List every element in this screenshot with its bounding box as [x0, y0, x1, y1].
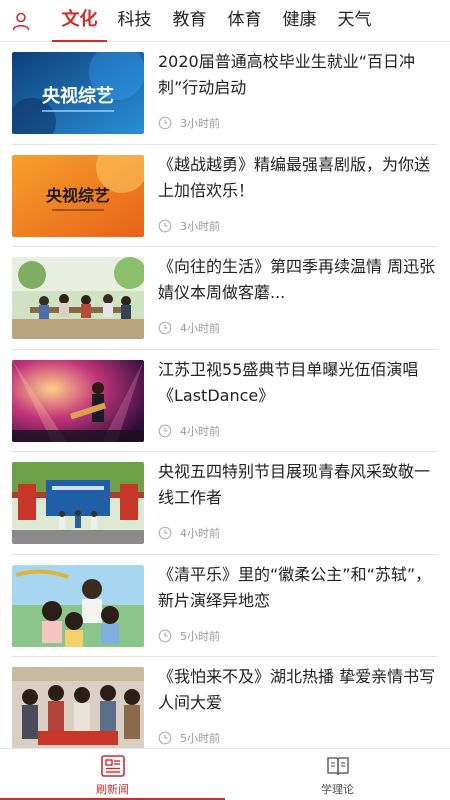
clock-icon [158, 424, 172, 437]
clock-icon [158, 116, 172, 130]
bottom-navigation: 刷新闻 学理论 [0, 748, 450, 800]
tab-education[interactable]: 教育 [162, 0, 217, 42]
news-meta: 3小时前 [158, 217, 220, 235]
tab-culture[interactable]: 文化 [52, 0, 107, 42]
news-time: 4小时前 [180, 527, 220, 540]
nav-refresh-news[interactable]: 刷新闻 [0, 749, 225, 800]
news-title: 央视五四特别节目展现青春风采致敬一线工作者 [158, 462, 431, 507]
news-time: 3小时前 [180, 117, 220, 130]
news-item[interactable]: 央视综艺 2020届普通高校毕业生就业“百日冲刺”行动启动 3小时前 [12, 42, 438, 145]
news-icon [100, 755, 125, 777]
news-meta: 3小时前 [158, 114, 220, 132]
book-icon [326, 757, 349, 776]
news-title: 《清平乐》里的“徽柔公主”和“苏轼”，新片演绎异地恋 [158, 564, 432, 610]
news-time: 4小时前 [180, 322, 220, 335]
news-thumbnail [12, 667, 144, 748]
news-meta: 5小时前 [158, 729, 220, 747]
thumb-logo-text: 央视综艺 [46, 186, 110, 205]
tab-sports[interactable]: 体育 [217, 0, 272, 42]
top-tab-bar: 文化 科技 教育 体育 健康 天气 [0, 0, 450, 42]
news-item[interactable]: 央视综艺 《越战越勇》精编最强喜剧版，为你送上加倍欢乐！ 3小时前 [12, 145, 438, 247]
news-list: 央视综艺 2020届普通高校毕业生就业“百日冲刺”行动启动 3小时前 央视综艺 … [0, 42, 450, 748]
nav-label: 学理论 [321, 783, 354, 796]
clock-icon [158, 526, 172, 540]
news-meta: 4小时前 [158, 422, 220, 440]
news-thumbnail [12, 564, 144, 647]
news-item[interactable]: 央视五四特别节目展现青春风采致敬一线工作者 4小时前 [12, 452, 438, 555]
nav-label: 刷新闻 [96, 783, 129, 796]
clock-icon [158, 219, 172, 232]
news-title: 《我怕来不及》湖北热播 挚爱亲情书写人间大爱 [158, 667, 436, 712]
news-title: 江苏卫视55盛典节目单曝光伍佰演唱《LastDance》 [158, 359, 419, 405]
news-time: 5小时前 [180, 732, 220, 745]
news-time: 4小时前 [180, 424, 220, 438]
news-title: 2020届普通高校毕业生就业“百日冲刺”行动启动 [158, 52, 416, 97]
news-meta: 4小时前 [158, 524, 220, 542]
news-thumbnail [12, 462, 144, 544]
tab-health[interactable]: 健康 [272, 0, 327, 42]
news-item[interactable]: 《向往的生活》第四季再续温情 周迅张婧仪本周做客蘑... 4小时前 [12, 247, 438, 350]
news-thumbnail [12, 257, 144, 339]
clock-icon [158, 629, 172, 642]
news-item[interactable]: 江苏卫视55盛典节目单曝光伍佰演唱《LastDance》 4小时前 [12, 350, 438, 452]
news-thumbnail [12, 359, 144, 442]
clock-icon [158, 321, 172, 335]
news-item[interactable]: 《我怕来不及》湖北热播 挚爱亲情书写人间大爱 5小时前 [12, 657, 438, 748]
news-time: 5小时前 [180, 629, 220, 643]
nav-study-theory[interactable]: 学理论 [225, 749, 450, 800]
user-button[interactable] [8, 8, 34, 34]
clock-icon [158, 731, 172, 745]
news-thumbnail: 央视综艺 [12, 52, 144, 134]
news-meta: 5小时前 [158, 627, 220, 645]
thumb-logo-text: 央视综艺 [42, 85, 114, 107]
news-meta: 4小时前 [158, 319, 220, 337]
news-item[interactable]: 《清平乐》里的“徽柔公主”和“苏轼”，新片演绎异地恋 5小时前 [12, 555, 438, 657]
category-tabs: 文化 科技 教育 体育 健康 天气 [52, 0, 382, 42]
news-title: 《越战越勇》精编最强喜剧版，为你送上加倍欢乐！ [158, 154, 431, 200]
tab-tech[interactable]: 科技 [107, 0, 162, 42]
news-title: 《向往的生活》第四季再续温情 周迅张婧仪本周做客蘑... [158, 257, 436, 302]
news-time: 3小时前 [180, 219, 220, 233]
tab-weather[interactable]: 天气 [327, 0, 382, 42]
user-icon [12, 12, 30, 31]
news-thumbnail: 央视综艺 [12, 154, 144, 237]
